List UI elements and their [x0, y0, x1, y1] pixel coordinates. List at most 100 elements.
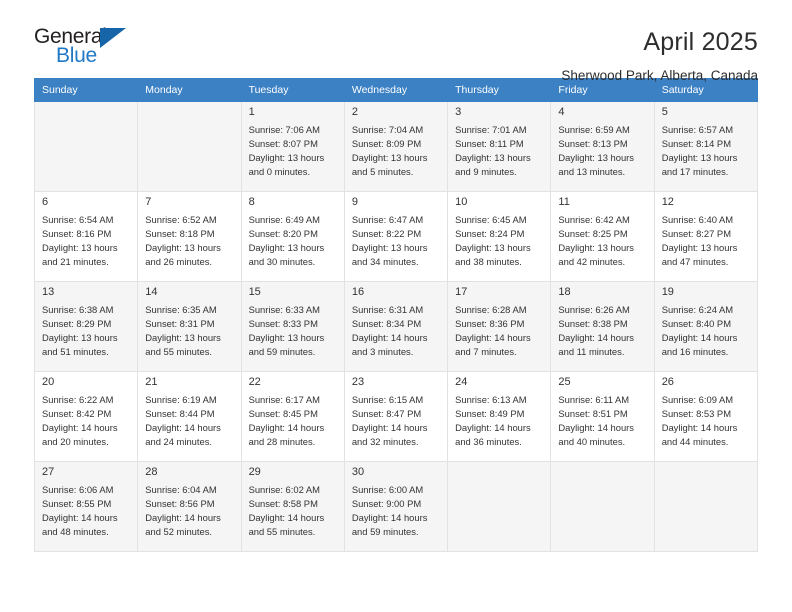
calendar-body: 1 Sunrise: 7:06 AM Sunset: 8:07 PM Daylig…	[33, 101, 759, 552]
day-number: 8	[248, 196, 255, 208]
day-sun-info: Sunrise: 6:38 AM Sunset: 8:29 PM Dayligh…	[42, 304, 118, 358]
weekday-header-sunday: Sunday	[33, 78, 139, 102]
day-number: 27	[42, 466, 55, 478]
calendar-day-cell[interactable]: 2 Sunrise: 7:04 AM Sunset: 8:09 PM Daylig…	[343, 101, 449, 192]
calendar-empty-cell	[33, 101, 139, 192]
calendar-day-cell[interactable]: 25 Sunrise: 6:11 AM Sunset: 8:51 PM Dayli…	[550, 371, 655, 462]
calendar-page: General Blue April 2025 Sherwood Park, A…	[0, 0, 792, 612]
calendar-table: Sunday Monday Tuesday Wednesday Thursday…	[33, 78, 759, 552]
day-cell-inner: 10 Sunrise: 6:45 AM Sunset: 8:24 PM Dayli…	[448, 192, 550, 269]
location-subtitle: Sherwood Park, Alberta, Canada	[561, 67, 758, 83]
day-number: 3	[455, 106, 462, 118]
day-sun-info: Sunrise: 6:26 AM Sunset: 8:38 PM Dayligh…	[558, 304, 634, 358]
day-number: 1	[248, 106, 255, 118]
day-sun-info: Sunrise: 6:15 AM Sunset: 8:47 PM Dayligh…	[351, 394, 428, 448]
day-sun-info: Sunrise: 6:40 AM Sunset: 8:27 PM Dayligh…	[661, 214, 738, 268]
day-number: 24	[455, 376, 468, 388]
day-number	[655, 462, 757, 476]
weekday-header-monday: Monday	[137, 78, 242, 102]
triangle-icon	[100, 28, 126, 48]
calendar-day-cell[interactable]: 23 Sunrise: 6:15 AM Sunset: 8:47 PM Dayli…	[343, 371, 449, 462]
day-cell-inner: 24 Sunrise: 6:13 AM Sunset: 8:49 PM Dayli…	[448, 372, 550, 449]
calendar-week-row: 1 Sunrise: 7:06 AM Sunset: 8:07 PM Daylig…	[33, 101, 759, 192]
calendar-empty-cell	[550, 461, 655, 552]
day-sun-info: Sunrise: 6:35 AM Sunset: 8:31 PM Dayligh…	[145, 304, 221, 358]
day-number: 19	[661, 286, 674, 298]
day-number: 18	[558, 286, 571, 298]
day-cell-inner: 6 Sunrise: 6:54 AM Sunset: 8:16 PM Daylig…	[35, 192, 137, 269]
calendar-day-cell[interactable]: 15 Sunrise: 6:33 AM Sunset: 8:33 PM Dayli…	[240, 281, 345, 372]
day-sun-info: Sunrise: 6:57 AM Sunset: 8:14 PM Dayligh…	[661, 124, 738, 178]
calendar-empty-cell	[137, 101, 242, 192]
day-number: 16	[351, 286, 365, 298]
day-cell-inner: 19 Sunrise: 6:24 AM Sunset: 8:40 PM Dayli…	[655, 282, 757, 359]
day-cell-inner: 1 Sunrise: 7:06 AM Sunset: 8:07 PM Daylig…	[242, 102, 344, 179]
calendar-day-cell[interactable]: 16 Sunrise: 6:31 AM Sunset: 8:34 PM Dayli…	[343, 281, 449, 372]
calendar-day-cell[interactable]: 3 Sunrise: 7:01 AM Sunset: 8:11 PM Daylig…	[447, 101, 552, 192]
day-sun-info: Sunrise: 6:47 AM Sunset: 8:22 PM Dayligh…	[351, 214, 428, 268]
day-number: 9	[351, 196, 358, 208]
calendar-day-cell[interactable]: 7 Sunrise: 6:52 AM Sunset: 8:18 PM Daylig…	[137, 191, 242, 282]
calendar-day-cell[interactable]: 26 Sunrise: 6:09 AM Sunset: 8:53 PM Dayli…	[653, 371, 759, 462]
day-sun-info: Sunrise: 6:45 AM Sunset: 8:24 PM Dayligh…	[455, 214, 531, 268]
calendar-empty-cell	[447, 461, 552, 552]
day-sun-info: Sunrise: 6:42 AM Sunset: 8:25 PM Dayligh…	[558, 214, 634, 268]
day-sun-info: Sunrise: 6:00 AM Sunset: 9:00 PM Dayligh…	[351, 484, 428, 538]
calendar-day-cell[interactable]: 12 Sunrise: 6:40 AM Sunset: 8:27 PM Dayli…	[653, 191, 759, 282]
calendar-week-row: 20 Sunrise: 6:22 AM Sunset: 8:42 PM Dayli…	[33, 371, 759, 462]
calendar-week-row: 13 Sunrise: 6:38 AM Sunset: 8:29 PM Dayli…	[33, 281, 759, 372]
day-number: 30	[351, 466, 365, 478]
day-cell-inner: 22 Sunrise: 6:17 AM Sunset: 8:45 PM Dayli…	[242, 372, 344, 449]
calendar-day-cell[interactable]: 29 Sunrise: 6:02 AM Sunset: 8:58 PM Dayli…	[240, 461, 345, 552]
day-sun-info: Sunrise: 6:59 AM Sunset: 8:13 PM Dayligh…	[558, 124, 634, 178]
day-cell-inner: 7 Sunrise: 6:52 AM Sunset: 8:18 PM Daylig…	[138, 192, 240, 269]
day-number: 26	[661, 376, 674, 388]
calendar-day-cell[interactable]: 28 Sunrise: 6:04 AM Sunset: 8:56 PM Dayli…	[137, 461, 242, 552]
brand-logo[interactable]: General Blue	[34, 26, 149, 72]
day-sun-info: Sunrise: 6:54 AM Sunset: 8:16 PM Dayligh…	[42, 214, 118, 268]
day-number: 22	[248, 376, 261, 388]
day-cell-inner: 18 Sunrise: 6:26 AM Sunset: 8:38 PM Dayli…	[551, 282, 653, 359]
calendar-day-cell[interactable]: 17 Sunrise: 6:28 AM Sunset: 8:36 PM Dayli…	[447, 281, 552, 372]
day-cell-inner	[551, 462, 653, 476]
calendar-day-cell[interactable]: 1 Sunrise: 7:06 AM Sunset: 8:07 PM Daylig…	[240, 101, 345, 192]
calendar-day-cell[interactable]: 6 Sunrise: 6:54 AM Sunset: 8:16 PM Daylig…	[33, 191, 139, 282]
day-sun-info: Sunrise: 7:01 AM Sunset: 8:11 PM Dayligh…	[455, 124, 531, 178]
day-number: 13	[42, 286, 55, 298]
calendar-day-cell[interactable]: 27 Sunrise: 6:06 AM Sunset: 8:55 PM Dayli…	[33, 461, 139, 552]
calendar-day-cell[interactable]: 10 Sunrise: 6:45 AM Sunset: 8:24 PM Dayli…	[447, 191, 552, 282]
calendar-day-cell[interactable]: 22 Sunrise: 6:17 AM Sunset: 8:45 PM Dayli…	[240, 371, 345, 462]
day-number	[35, 102, 137, 116]
day-number: 5	[661, 106, 668, 118]
day-number: 4	[558, 106, 565, 118]
day-number: 25	[558, 376, 571, 388]
day-cell-inner	[655, 462, 757, 476]
calendar-day-cell[interactable]: 11 Sunrise: 6:42 AM Sunset: 8:25 PM Dayli…	[550, 191, 655, 282]
day-sun-info: Sunrise: 6:52 AM Sunset: 8:18 PM Dayligh…	[145, 214, 221, 268]
calendar-day-cell[interactable]: 18 Sunrise: 6:26 AM Sunset: 8:38 PM Dayli…	[550, 281, 655, 372]
calendar-day-cell[interactable]: 8 Sunrise: 6:49 AM Sunset: 8:20 PM Daylig…	[240, 191, 345, 282]
calendar-day-cell[interactable]: 13 Sunrise: 6:38 AM Sunset: 8:29 PM Dayli…	[33, 281, 139, 372]
calendar-day-cell[interactable]: 20 Sunrise: 6:22 AM Sunset: 8:42 PM Dayli…	[33, 371, 139, 462]
calendar-day-cell[interactable]: 24 Sunrise: 6:13 AM Sunset: 8:49 PM Dayli…	[447, 371, 552, 462]
day-number: 23	[351, 376, 365, 388]
day-number: 20	[42, 376, 55, 388]
day-cell-inner	[138, 102, 240, 116]
day-cell-inner: 8 Sunrise: 6:49 AM Sunset: 8:20 PM Daylig…	[242, 192, 344, 269]
day-number: 10	[455, 196, 468, 208]
brand-name-blue: Blue	[56, 44, 97, 67]
calendar-day-cell[interactable]: 30 Sunrise: 6:00 AM Sunset: 9:00 PM Dayli…	[343, 461, 449, 552]
day-number: 15	[248, 286, 261, 298]
calendar-day-cell[interactable]: 5 Sunrise: 6:57 AM Sunset: 8:14 PM Daylig…	[653, 101, 759, 192]
calendar-day-cell[interactable]: 9 Sunrise: 6:47 AM Sunset: 8:22 PM Daylig…	[343, 191, 449, 282]
calendar-day-cell[interactable]: 4 Sunrise: 6:59 AM Sunset: 8:13 PM Daylig…	[550, 101, 655, 192]
day-number: 7	[145, 196, 152, 208]
day-number: 2	[351, 106, 358, 118]
calendar-day-cell[interactable]: 19 Sunrise: 6:24 AM Sunset: 8:40 PM Dayli…	[653, 281, 759, 372]
calendar-day-cell[interactable]: 21 Sunrise: 6:19 AM Sunset: 8:44 PM Dayli…	[137, 371, 242, 462]
day-cell-inner: 4 Sunrise: 6:59 AM Sunset: 8:13 PM Daylig…	[551, 102, 653, 179]
day-sun-info: Sunrise: 6:06 AM Sunset: 8:55 PM Dayligh…	[42, 484, 118, 538]
calendar-empty-cell	[653, 461, 759, 552]
calendar-day-cell[interactable]: 14 Sunrise: 6:35 AM Sunset: 8:31 PM Dayli…	[137, 281, 242, 372]
day-sun-info: Sunrise: 6:31 AM Sunset: 8:34 PM Dayligh…	[351, 304, 428, 358]
